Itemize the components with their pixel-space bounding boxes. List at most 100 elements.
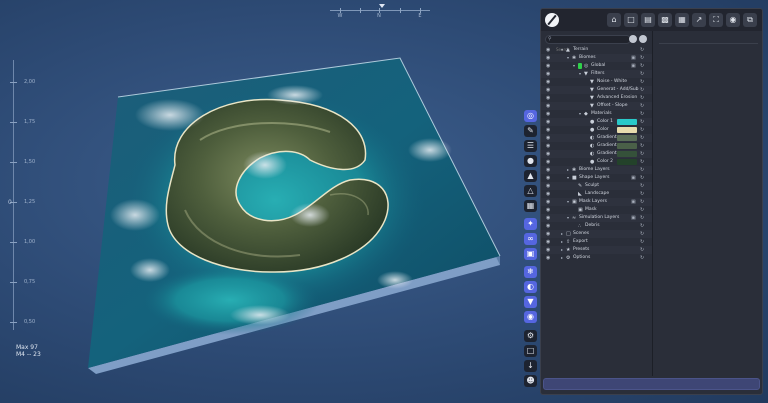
refresh-icon[interactable]: ↻ (640, 134, 644, 142)
visibility-eye-icon[interactable]: ◉ (546, 230, 550, 238)
color-swatch[interactable] (617, 135, 637, 141)
tree-row[interactable]: ◉ ● Color 2 ↻ (541, 158, 652, 166)
target-icon[interactable]: ◎ (524, 110, 537, 122)
chevron-down-icon[interactable]: ▾ (567, 214, 569, 222)
tree-row[interactable]: ◉ ✎ Sculpt ↻ (541, 182, 652, 190)
tree-row[interactable]: ◉ ▾ ▼ Filters ↻ (541, 70, 652, 78)
gear-icon[interactable]: ⚙ (524, 330, 537, 342)
plugin-icon[interactable]: ▣ (524, 248, 537, 260)
tree-row[interactable]: ◉ ▾ ◎ Global ▣ ↻ (541, 62, 652, 70)
tree-row[interactable]: ◉ ◐ Gradient ↻ (541, 150, 652, 158)
tree-row[interactable]: ◉ ◐ Gradient ↻ (541, 134, 652, 142)
visibility-eye-icon[interactable]: ◉ (546, 126, 550, 134)
visibility-eye-icon[interactable]: ◉ (546, 118, 550, 126)
filter-icon[interactable]: ▼ (524, 296, 537, 308)
refresh-icon[interactable]: ↻ (640, 190, 644, 198)
refresh-icon[interactable]: ↻ (640, 46, 644, 54)
grid-icon[interactable]: ▦ (524, 200, 537, 212)
add-layer-icon[interactable]: ▣ (631, 174, 636, 182)
color-swatch[interactable] (617, 143, 637, 149)
refresh-icon[interactable]: ↻ (640, 126, 644, 134)
add-layer-icon[interactable]: ▣ (631, 62, 636, 70)
tree-row[interactable]: ◉ ▼ Noise - White ↻ (541, 78, 652, 86)
chevron-down-icon[interactable]: ▾ (579, 70, 581, 78)
tree-row[interactable]: ◉ ● Color 1 ↻ (541, 118, 652, 126)
color-swatch[interactable] (617, 151, 637, 157)
visibility-eye-icon[interactable]: ◉ (546, 214, 550, 222)
visibility-eye-icon[interactable]: ◉ (546, 70, 550, 78)
tree-row[interactable]: ◉ ▾ ≈ Simulation Layers ▣ ↻ (541, 214, 652, 222)
select-icon[interactable]: ✦ (524, 218, 537, 230)
color-swatch[interactable] (617, 119, 637, 125)
globe-icon[interactable]: ◐ (524, 281, 537, 293)
chevron-down-icon[interactable]: ▾ (561, 46, 563, 54)
visibility-eye-icon[interactable]: ◉ (546, 182, 550, 190)
visibility-eye-icon[interactable]: ◉ (546, 86, 550, 94)
refresh-icon[interactable]: ↻ (640, 78, 644, 86)
chevron-down-icon[interactable]: ▾ (567, 54, 569, 62)
chevron-right-icon[interactable]: ▸ (561, 238, 563, 246)
visibility-eye-icon[interactable]: ◉ (546, 94, 550, 102)
refresh-icon[interactable]: ↻ (640, 182, 644, 190)
visibility-eye-icon[interactable]: ◉ (546, 198, 550, 206)
refresh-icon[interactable]: ↻ (640, 142, 644, 150)
visibility-eye-icon[interactable]: ◉ (546, 206, 550, 214)
terrain-render[interactable] (0, 0, 538, 403)
tree-row[interactable]: ◉ ▣ Mask ↻ (541, 206, 652, 214)
export-icon[interactable]: ↗ (692, 13, 706, 27)
open-folder-icon[interactable]: ▤ (641, 13, 655, 27)
tree-row[interactable]: ◉ ◣ Landscape ↻ (541, 190, 652, 198)
refresh-icon[interactable]: ↻ (640, 238, 644, 246)
tree-row[interactable]: ◉ ▸ □ Scenes ↻ (541, 230, 652, 238)
refresh-icon[interactable]: ↻ (640, 174, 644, 182)
refresh-icon[interactable]: ↻ (640, 62, 644, 70)
brush-icon[interactable]: ✎ (524, 125, 537, 137)
refresh-icon[interactable]: ↻ (640, 102, 644, 110)
save-icon[interactable]: ▩ (658, 13, 672, 27)
visibility-eye-icon[interactable]: ◉ (546, 78, 550, 86)
refresh-icon[interactable]: ↻ (640, 150, 644, 158)
refresh-icon[interactable]: ↻ (640, 198, 644, 206)
add-layer-icon[interactable]: ▣ (631, 198, 636, 206)
visibility-eye-icon[interactable]: ◉ (546, 158, 550, 166)
new-file-icon[interactable]: □ (624, 13, 638, 27)
fullscreen-icon[interactable]: ⛶ (709, 13, 723, 27)
3d-viewport[interactable]: W N E 2,00 1,75 1,50 1,25 1,00 0,75 0,50… (0, 0, 538, 403)
save-as-icon[interactable]: ▦ (675, 13, 689, 27)
visibility-eye-icon[interactable]: ◉ (546, 254, 550, 262)
copy-icon[interactable]: ⧉ (743, 13, 757, 27)
tree-row[interactable]: ◉ ▼ Offset - Slope ↻ (541, 102, 652, 110)
visibility-eye-icon[interactable]: ◉ (546, 174, 550, 182)
tree-row[interactable]: ◉ ▼ Advanced Erosion ↻ (541, 94, 652, 102)
refresh-icon[interactable]: ↻ (640, 54, 644, 62)
refresh-icon[interactable]: ↻ (640, 86, 644, 94)
refresh-icon[interactable]: ↻ (640, 246, 644, 254)
chevron-right-icon[interactable]: ▸ (561, 254, 563, 262)
refresh-icon[interactable]: ↻ (640, 158, 644, 166)
tree-row[interactable]: ◉ ▾ ▲ Terrain ↻ (541, 46, 652, 54)
refresh-icon[interactable]: ↻ (640, 214, 644, 222)
chevron-down-icon[interactable]: ▾ (567, 174, 569, 182)
layers-icon[interactable]: ☰ (524, 140, 537, 152)
tree-row[interactable]: ◉ ● Color ↻ (541, 126, 652, 134)
refresh-icon[interactable]: ↻ (640, 222, 644, 230)
visibility-eye-icon[interactable]: ◉ (546, 238, 550, 246)
visibility-eye-icon[interactable]: ◉ (546, 166, 550, 174)
refresh-icon[interactable]: ↻ (640, 118, 644, 126)
visibility-eye-icon[interactable]: ◉ (546, 102, 550, 110)
tree-row[interactable]: ◉ ▸ ❀ Biome Layers ↻ (541, 166, 652, 174)
filter-toggle-icon[interactable] (629, 35, 637, 43)
database-icon[interactable]: ◉ (524, 311, 537, 323)
tree-row[interactable]: ◉ ▸ ⇧ Export ↻ (541, 238, 652, 246)
visibility-eye-icon[interactable]: ◉ (546, 190, 550, 198)
refresh-icon[interactable]: ↻ (640, 94, 644, 102)
snow-icon[interactable]: ❄ (524, 266, 537, 278)
add-layer-icon[interactable]: ▣ (631, 54, 636, 62)
panel-splitter[interactable] (652, 31, 653, 376)
refresh-icon[interactable]: ↻ (640, 230, 644, 238)
refresh-icon[interactable]: ↻ (640, 206, 644, 214)
visibility-eye-icon[interactable]: ◉ (546, 134, 550, 142)
mountain-icon[interactable]: ▲ (524, 170, 537, 182)
people-icon[interactable]: ☻ (524, 375, 537, 387)
tree-row[interactable]: ◉ ▸ ★ Presets ↻ (541, 246, 652, 254)
